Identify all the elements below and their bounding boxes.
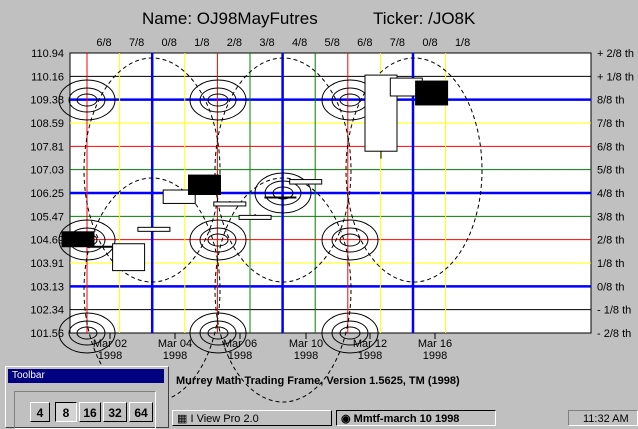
top-tick-label: 0/8: [422, 37, 437, 49]
top-tick-label: 6/8: [96, 37, 111, 49]
version-text: Murrey Math Trading Frame, Version 1.562…: [176, 375, 460, 387]
y-tick-label: 106.25: [30, 188, 64, 200]
x-date-label: Mar 06: [223, 338, 257, 350]
x-year-label: 1998: [98, 350, 122, 362]
y-tick-label: 103.91: [30, 258, 64, 270]
top-tick-label: 6/8: [357, 37, 372, 49]
right-tick-label: 3/8 th: [597, 211, 625, 223]
taskbar-item-iview[interactable]: ▦ I View Pro 2.0: [172, 410, 332, 426]
right-tick-label: - 1/8 th: [597, 305, 631, 317]
top-tick-label: 2/8: [227, 37, 242, 49]
taskbar-clock: 11:32 AM: [568, 410, 638, 426]
x-year-label: 1998: [358, 350, 382, 362]
y-tick-label: 110.94: [31, 48, 64, 60]
taskbar-item-label: Mmtf-march 10 1998: [353, 413, 460, 425]
toolbar-window[interactable]: Toolbar 4 8 16 32 64: [5, 366, 169, 429]
zoom-32-button[interactable]: 32: [103, 402, 127, 422]
candle-body: [289, 179, 323, 185]
murrey-math-chart: 110.94 + 2/8 th110.16 + 1/8 th109.38 8/8 th…: [30, 37, 634, 403]
zoom-16-button[interactable]: 16: [79, 402, 101, 422]
right-tick-label: 7/8 th: [597, 118, 625, 130]
candle-body: [137, 226, 171, 232]
right-tick-label: 1/8 th: [597, 258, 625, 270]
toolbar-zoom-group: 4 8 16 32 64: [14, 391, 156, 429]
y-tick-label: 110.16: [31, 71, 64, 83]
y-tick-label: 108.59: [30, 118, 64, 130]
x-date-label: Mar 04: [158, 338, 192, 350]
y-tick-label: 105.47: [30, 211, 64, 223]
x-date-label: Mar 12: [353, 338, 387, 350]
toolbar-title: Toolbar: [8, 369, 164, 383]
right-tick-label: 0/8 th: [597, 281, 625, 293]
y-tick-label: 102.34: [30, 305, 64, 317]
x-year-label: 1998: [423, 350, 447, 362]
zoom-4-button[interactable]: 4: [30, 402, 50, 422]
x-year-label: 1998: [228, 350, 252, 362]
candle-body: [415, 80, 449, 106]
chart-app-icon: ◉: [341, 413, 354, 425]
x-date-label: Mar 16: [418, 338, 452, 350]
right-tick-label: + 2/8 th: [597, 48, 634, 60]
x-date-label: Mar 10: [289, 338, 323, 350]
taskbar-item-label: I View Pro 2.0: [190, 413, 259, 425]
right-tick-label: 2/8 th: [597, 235, 625, 247]
right-tick-label: 6/8 th: [597, 141, 625, 153]
candle-body: [188, 174, 221, 195]
y-tick-label: 107.81: [30, 141, 64, 153]
x-date-label: Mar 02: [93, 338, 127, 350]
top-tick-label: 7/8: [390, 37, 405, 49]
candle-body: [238, 214, 272, 220]
right-tick-label: 5/8 th: [597, 165, 625, 177]
top-tick-label: 0/8: [162, 37, 177, 49]
top-tick-label: 7/8: [129, 37, 144, 49]
zoom-8-button[interactable]: 8: [55, 402, 77, 422]
zoom-64-button[interactable]: 64: [129, 402, 153, 422]
y-tick-label: 103.13: [30, 281, 64, 293]
image-viewer-icon: ▦: [177, 413, 191, 425]
top-tick-label: 4/8: [292, 37, 307, 49]
y-tick-label: 107.03: [30, 165, 64, 177]
right-tick-label: + 1/8 th: [597, 71, 634, 83]
top-tick-label: 1/8: [194, 37, 209, 49]
taskbar-item-mmtf[interactable]: ◉ Mmtf-march 10 1998: [336, 410, 496, 426]
right-tick-label: 8/8 th: [597, 95, 625, 107]
candle-body: [213, 201, 247, 207]
right-tick-label: - 2/8 th: [597, 328, 631, 340]
x-year-label: 1998: [294, 350, 318, 362]
candle-body: [61, 231, 95, 248]
right-tick-label: 4/8 th: [597, 188, 625, 200]
top-tick-label: 5/8: [325, 37, 340, 49]
top-tick-label: 3/8: [259, 37, 274, 49]
top-tick-label: 1/8: [455, 37, 470, 49]
candle-body: [112, 243, 146, 272]
x-year-label: 1998: [163, 350, 187, 362]
